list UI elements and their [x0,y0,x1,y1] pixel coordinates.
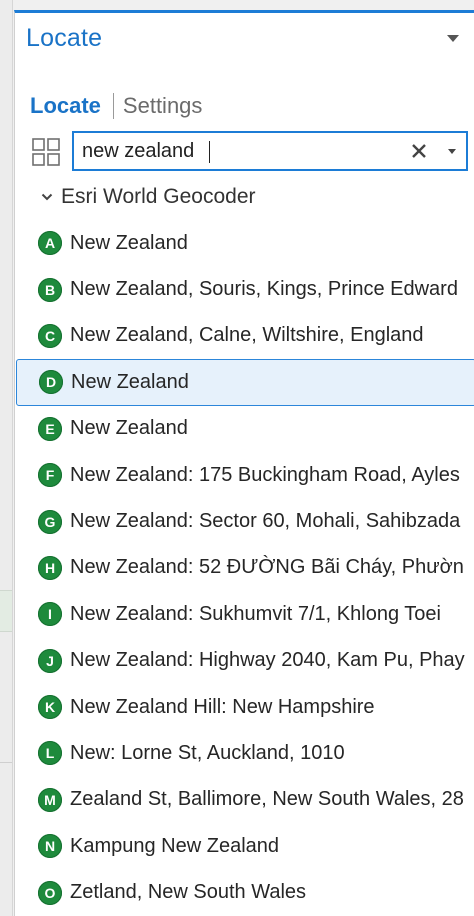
result-text: New Zealand, Calne, Wiltshire, England [70,324,424,347]
group-title: Esri World Geocoder [61,185,256,208]
pane-menu-triangle-down-icon[interactable] [447,35,459,42]
location-marker-icon: A [38,231,62,256]
host-app-strip-marker [0,590,12,632]
list-item[interactable]: I New Zealand: Sukhumvit 7/1, Khlong Toei [14,591,474,637]
location-marker-icon: G [38,509,62,534]
grid-view-icon[interactable] [32,138,60,166]
list-item[interactable]: G New Zealand: Sector 60, Mohali, Sahibza… [14,498,474,544]
result-text: New Zealand: 175 Buckingham Road, Ayles [70,463,460,486]
result-text: New Zealand [70,417,188,440]
list-item[interactable]: K New Zealand Hill: New Hampshire [14,684,474,730]
search-input[interactable] [82,137,402,165]
text-caret [209,141,210,163]
pane-title: Locate [26,24,103,52]
result-text: Zetland, New South Wales [70,881,307,904]
location-marker-icon: H [38,555,62,580]
location-marker-icon: M [38,787,62,812]
collapse-chevron-down-icon [41,193,53,201]
result-text: New Zealand: Sector 60, Mohali, Sahibzad… [70,510,461,533]
location-marker-icon: D [39,370,63,395]
result-text: Zealand St, Ballimore, New South Wales, … [70,788,464,811]
result-text: New Zealand, Souris, Kings, Prince Edwar… [70,278,458,301]
list-item[interactable]: E New Zealand [14,406,474,452]
location-marker-icon: C [38,323,62,348]
host-app-strip [0,0,13,916]
location-marker-icon: I [38,602,62,627]
location-marker-icon: E [38,416,62,441]
tab-locate[interactable]: Locate [30,93,101,119]
location-marker-icon: N [38,834,62,859]
search-row [30,130,474,174]
group-header-esri-world-geocoder[interactable]: Esri World Geocoder [41,185,256,209]
location-marker-icon: F [38,463,62,488]
result-text: New Zealand [71,370,189,393]
tab-bar: Locate Settings [30,91,202,121]
close-icon[interactable] [410,142,428,160]
result-text: New Zealand Hill: New Hampshire [70,695,375,718]
list-item[interactable]: D New Zealand [16,359,474,406]
pane-header: Locate [15,13,474,69]
tab-separator [112,93,114,119]
result-text: New Zealand: Sukhumvit 7/1, Khlong Toei [70,602,441,625]
list-item[interactable]: O Zetland, New South Wales [14,869,474,915]
list-item[interactable]: H New Zealand: 52 ĐƯỜNG Bãi Cháy, Phườn [14,545,474,591]
result-text: New Zealand: Highway 2040, Kam Pu, Phay [70,649,465,672]
result-text: New: Lorne St, Auckland, 1010 [70,741,345,764]
list-item[interactable]: B New Zealand, Souris, Kings, Prince Edwa… [14,266,474,312]
list-item[interactable]: J New Zealand: Highway 2040, Kam Pu, Phay [14,638,474,684]
app-window: Locate Locate Settings new zealand Esri … [0,0,474,916]
list-item[interactable]: C New Zealand, Calne, Wiltshire, England [14,313,474,359]
location-marker-icon: J [38,648,62,673]
chevron-down-icon[interactable] [448,149,456,154]
results-list: A New Zealand B New Zealand, Souris, Kings,… [14,220,474,916]
list-item[interactable]: N Kampung New Zealand [14,823,474,869]
location-marker-icon: K [38,695,62,720]
host-app-strip-divider [0,762,12,763]
location-marker-icon: B [38,277,62,302]
list-item[interactable]: M Zealand St, Ballimore, New South Wales,… [14,777,474,823]
location-marker-icon: O [38,880,62,905]
result-text: New Zealand [70,231,188,254]
location-marker-icon: L [38,741,62,766]
result-text: New Zealand: 52 ĐƯỜNG Bãi Cháy, Phườn [70,556,464,579]
result-text: Kampung New Zealand [70,834,280,857]
tab-settings[interactable]: Settings [123,93,203,119]
list-item[interactable]: F New Zealand: 175 Buckingham Road, Ayles [14,452,474,498]
list-item[interactable]: A New Zealand [14,220,474,266]
list-item[interactable]: L New: Lorne St, Auckland, 1010 [14,730,474,776]
search-box [72,131,468,171]
